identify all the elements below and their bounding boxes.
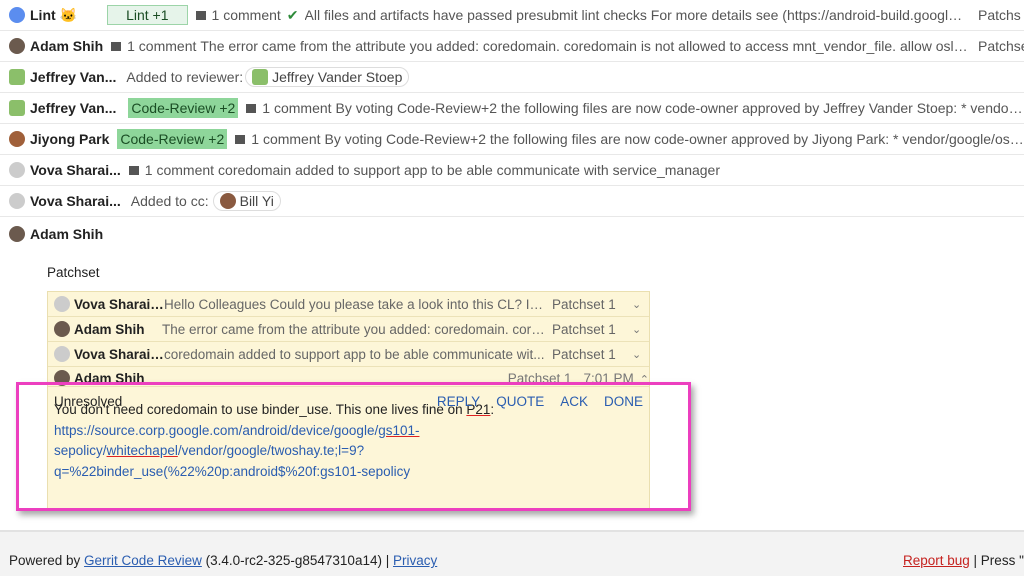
avatar bbox=[9, 162, 25, 178]
cc-chip[interactable]: Bill Yi bbox=[212, 191, 281, 211]
avatar bbox=[9, 225, 25, 242]
comment-count: 1 comment bbox=[144, 162, 215, 178]
comment-count: 1 comment bbox=[251, 131, 321, 147]
message-row[interactable]: Vova Sharai... 1 comment coredomain adde… bbox=[0, 155, 1024, 186]
file-heading: Patchset bbox=[47, 265, 100, 280]
collapsed-comment[interactable]: Vova Sharaie... Hello Colleagues Could yo… bbox=[48, 292, 649, 317]
shortcut-hint: | Press "?" bbox=[973, 553, 1024, 568]
comment-count: 1 comment bbox=[211, 7, 281, 23]
author: Vova Sharai... bbox=[30, 193, 121, 209]
avatar bbox=[219, 193, 236, 209]
comment-icon bbox=[246, 103, 257, 113]
comment-count: 1 comment bbox=[262, 100, 332, 116]
avatar bbox=[9, 131, 25, 147]
avatar bbox=[9, 38, 25, 54]
message-text: Added to reviewer: bbox=[126, 69, 244, 85]
gerrit-link[interactable]: Gerrit Code Review bbox=[84, 553, 202, 568]
page-footer: Powered by Gerrit Code Review (3.4.0-rc2… bbox=[0, 530, 1024, 576]
message-row[interactable]: Jiyong Park Code-Review +2 1 comment By … bbox=[0, 124, 1024, 155]
message-row-expanded[interactable]: Adam Shih bbox=[0, 218, 1024, 249]
author: Jeffrey Van... bbox=[30, 100, 117, 116]
cc-name: Bill Yi bbox=[239, 193, 274, 209]
privacy-link[interactable]: Privacy bbox=[393, 553, 437, 568]
avatar bbox=[9, 69, 25, 85]
reviewer-chip[interactable]: Jeffrey Vander Stoep bbox=[245, 67, 410, 87]
author: Adam Shih bbox=[74, 321, 145, 337]
patchset-label: Patchs bbox=[978, 7, 1021, 23]
message-text: Added to cc: bbox=[130, 193, 209, 209]
message-text: All files and artifacts have passed pres… bbox=[304, 7, 968, 23]
patchset-label: Patchset 1 bbox=[552, 321, 616, 337]
comment-preview: Hello Colleagues Could you please take a… bbox=[164, 296, 546, 312]
comment-icon bbox=[235, 134, 246, 144]
comment-icon bbox=[128, 165, 139, 175]
author: Adam Shih bbox=[30, 38, 104, 54]
bot-icon: 🐱 bbox=[59, 6, 78, 23]
collapsed-comment[interactable]: Vova Sharaie... coredomain added to suppo… bbox=[48, 342, 649, 367]
chevron-down-icon[interactable]: ⌄ bbox=[632, 298, 641, 311]
avatar bbox=[54, 296, 70, 312]
author: Adam Shih bbox=[30, 225, 104, 242]
chevron-down-icon[interactable]: ⌄ bbox=[632, 348, 641, 361]
reviewer-name: Jeffrey Vander Stoep bbox=[272, 69, 403, 85]
collapsed-comment[interactable]: Adam Shih The error came from the attribu… bbox=[48, 317, 649, 342]
comment-preview: coredomain added to support app to be ab… bbox=[164, 346, 545, 362]
comment-count: 1 comment bbox=[127, 38, 197, 54]
message-row[interactable]: Vova Sharai... Added to cc: Bill Yi bbox=[0, 186, 1024, 217]
chevron-down-icon[interactable]: ⌄ bbox=[632, 323, 641, 336]
author: Vova Sharai... bbox=[30, 162, 121, 178]
message-text: By voting Code-Review+2 the following fi… bbox=[324, 131, 1024, 147]
check-icon: ✔ bbox=[286, 6, 299, 23]
author: Vova Sharaie... bbox=[74, 296, 164, 312]
vote-chip: Lint +1 bbox=[107, 5, 188, 25]
author: Vova Sharaie... bbox=[74, 346, 164, 362]
comment-icon bbox=[195, 10, 206, 20]
message-row[interactable]: Jeffrey Van... Code-Review +2 1 comment … bbox=[0, 93, 1024, 124]
avatar bbox=[9, 100, 25, 116]
author: Jeffrey Van... bbox=[30, 69, 117, 85]
avatar bbox=[252, 69, 269, 85]
vote-chip: Code-Review +2 bbox=[117, 129, 228, 149]
avatar bbox=[54, 321, 70, 337]
comment-preview: The error came from the attribute you ad… bbox=[162, 321, 546, 337]
avatar bbox=[9, 193, 25, 209]
footer-text: Powered by bbox=[9, 553, 85, 568]
avatar bbox=[54, 346, 70, 362]
message-row[interactable]: Jeffrey Van... Added to reviewer: Jeffre… bbox=[0, 62, 1024, 93]
message-row[interactable]: Adam Shih 1 comment The error came from … bbox=[0, 31, 1024, 62]
author: Lint bbox=[30, 7, 56, 23]
message-text: coredomain added to support app to be ab… bbox=[218, 162, 720, 178]
highlight-annotation bbox=[16, 382, 691, 511]
vote-chip: Code-Review +2 bbox=[128, 98, 239, 118]
patchset-label: Patchse bbox=[978, 38, 1024, 54]
patchset-label: Patchset 1 bbox=[552, 346, 616, 362]
message-text: By voting Code-Review+2 the following fi… bbox=[335, 100, 1024, 116]
author: Jiyong Park bbox=[30, 131, 110, 147]
avatar bbox=[9, 7, 25, 23]
message-row[interactable]: Lint 🐱 Lint +1 1 comment ✔ All files and… bbox=[0, 0, 1024, 31]
comment-icon bbox=[111, 41, 122, 51]
version-text: (3.4.0-rc2-325-g8547310a14) | bbox=[201, 553, 393, 568]
report-bug-link[interactable]: Report bug bbox=[903, 553, 970, 568]
patchset-label: Patchset 1 bbox=[552, 296, 616, 312]
message-text: The error came from the attribute you ad… bbox=[200, 38, 968, 54]
